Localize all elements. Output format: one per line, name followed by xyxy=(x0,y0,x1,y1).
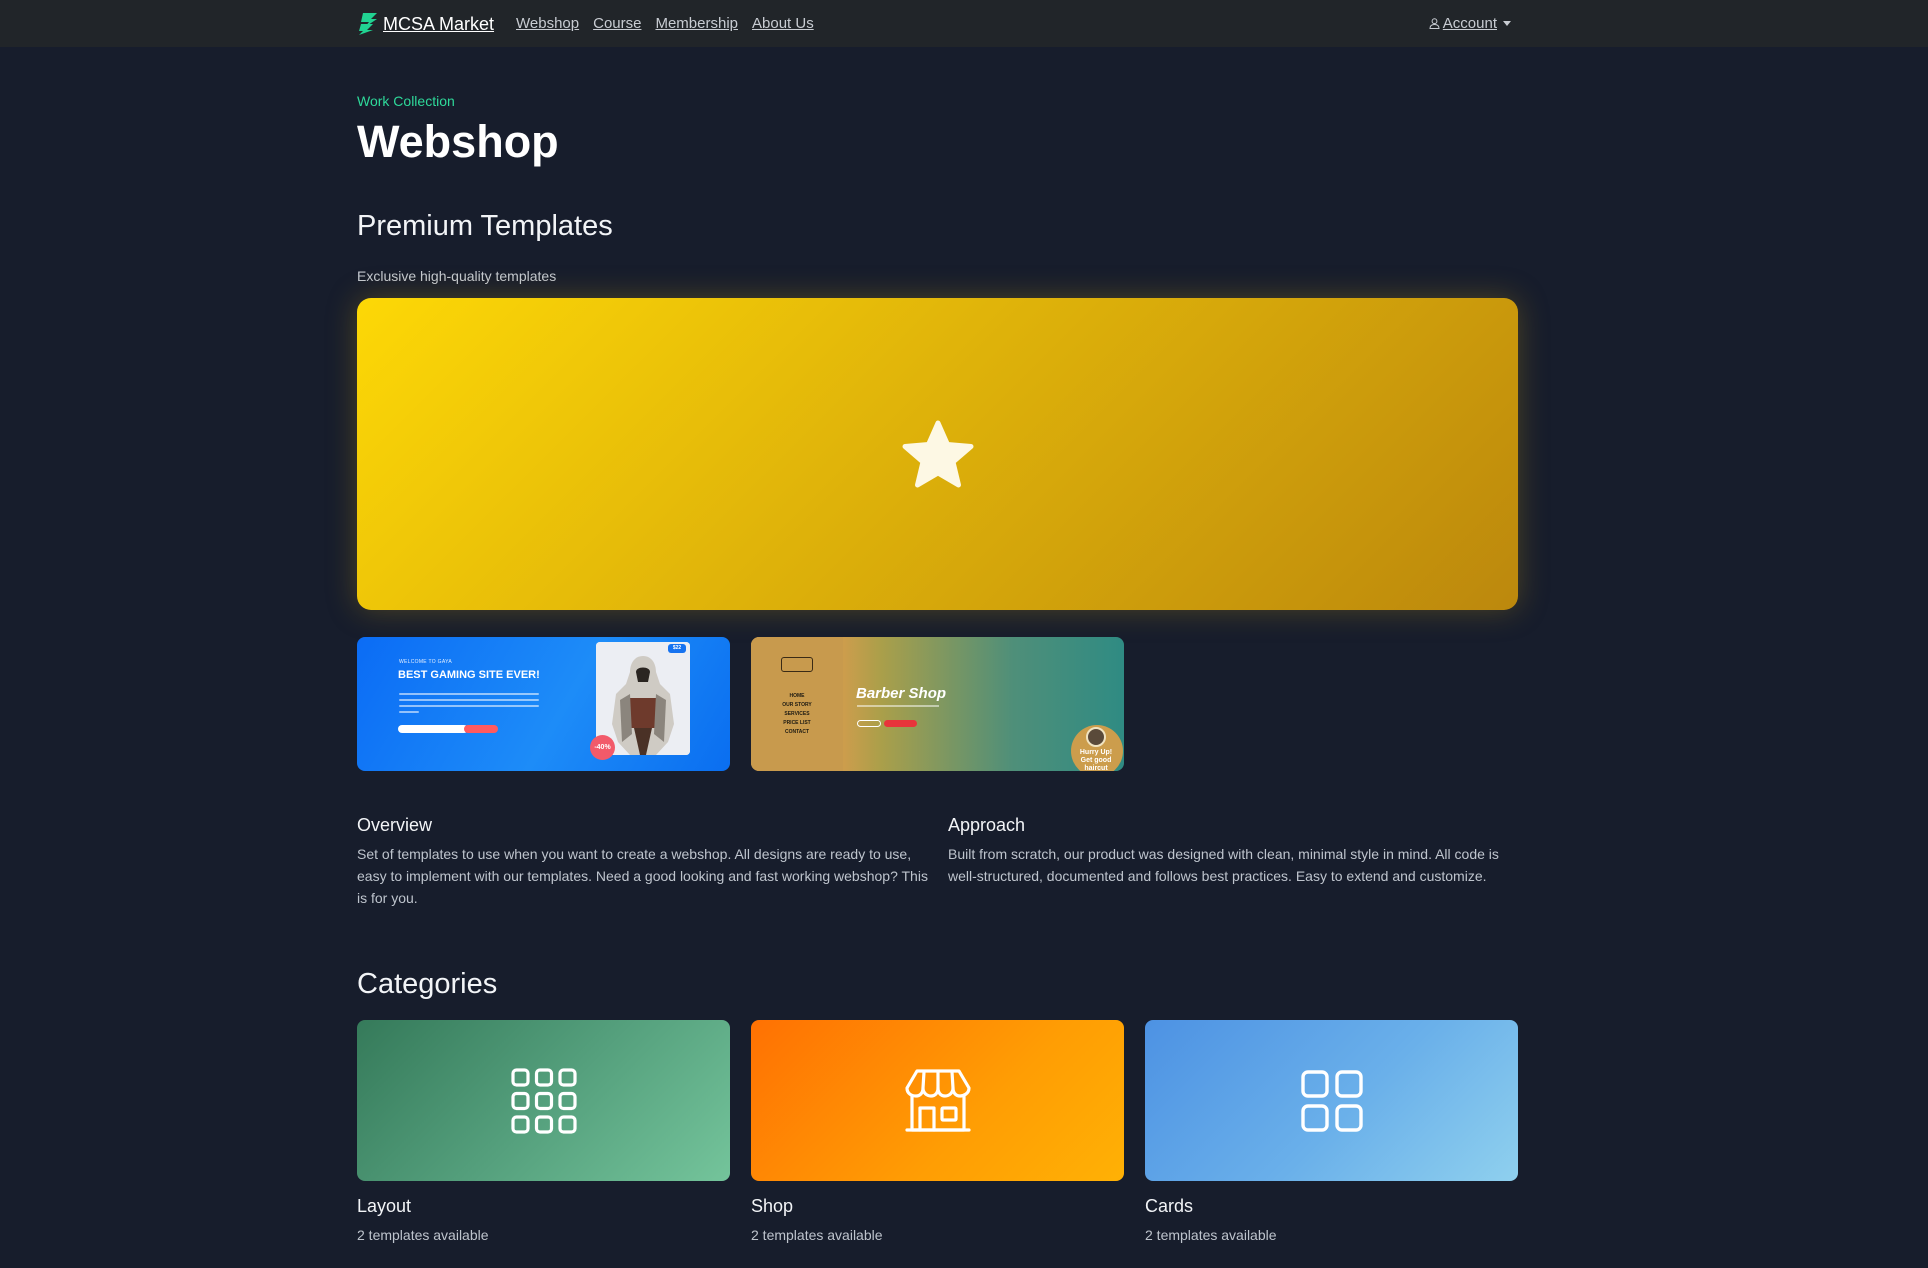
overview-text: Set of templates to use when you want to… xyxy=(357,846,928,906)
barber-cta-button xyxy=(884,720,917,727)
avatar xyxy=(1086,727,1106,747)
approach-text: Built from scratch, our product was desi… xyxy=(948,846,1499,884)
barber-logo xyxy=(781,657,813,672)
approach-title: Approach xyxy=(948,815,1026,835)
category-card-shop[interactable] xyxy=(751,1020,1124,1181)
overview-title: Overview xyxy=(357,815,433,835)
price-tag-badge: $22 xyxy=(668,644,686,653)
brand-name: MCSA Market xyxy=(383,13,495,34)
barber-about-button xyxy=(857,720,881,727)
category-name-cards[interactable]: Cards xyxy=(1145,1196,1193,1217)
gaming-headline: BEST GAMING SITE EVER! xyxy=(398,669,540,681)
premium-section-title: Premium Templates xyxy=(357,210,613,242)
shop-icon xyxy=(904,1068,971,1132)
category-count-cards: 2 templates available xyxy=(1145,1227,1277,1243)
account-dropdown[interactable]: Account xyxy=(1429,15,1511,32)
chevron-down-icon xyxy=(1503,21,1511,26)
barber-menu-item: CONTACT xyxy=(784,729,810,735)
category-name-shop[interactable]: Shop xyxy=(751,1196,793,1217)
barber-menu-item: HOME xyxy=(789,693,805,699)
text-line xyxy=(399,705,539,707)
nav-link-webshop[interactable]: Webshop xyxy=(516,15,579,32)
brand-link[interactable]: MCSA Market xyxy=(357,12,494,36)
page-title: Webshop xyxy=(357,116,559,167)
category-count-shop: 2 templates available xyxy=(751,1227,883,1243)
barber-menu-item: PRICE LIST xyxy=(783,720,811,726)
nav-link-course[interactable]: Course xyxy=(593,15,641,32)
barber-menu-item: OUR STORY xyxy=(782,702,812,708)
nav-link-about-us[interactable]: About Us xyxy=(752,15,814,32)
nav-link-membership[interactable]: Membership xyxy=(655,15,738,32)
category-card-layout[interactable] xyxy=(357,1020,730,1181)
user-icon xyxy=(1429,18,1440,29)
category-count-layout: 2 templates available xyxy=(357,1227,489,1243)
gaming-welcome-text: WELCOME TO GAYA xyxy=(399,659,453,665)
categories-title: Categories xyxy=(357,968,498,1000)
grid-icon xyxy=(510,1067,577,1134)
barber-menu: HOME OUR STORY SERVICES PRICE LIST CONTA… xyxy=(777,692,817,737)
text-line xyxy=(399,693,539,695)
barber-promo-text: Hurry Up! Get good haircut xyxy=(1079,749,1113,771)
gaming-subscribe-button xyxy=(464,725,498,733)
gaming-template-thumbnail[interactable]: WELCOME TO GAYA BEST GAMING SITE EVER! $… xyxy=(357,637,730,771)
text-line xyxy=(399,711,419,713)
eyebrow-label: Work Collection xyxy=(357,93,455,109)
discount-badge: -40% xyxy=(590,735,615,760)
gaming-email-input xyxy=(398,725,468,733)
nav-links: Webshop Course Membership About Us xyxy=(516,15,828,32)
cards-icon xyxy=(1300,1069,1363,1132)
barber-headline: Barber Shop xyxy=(856,685,947,702)
navbar: MCSA Market Webshop Course Membership Ab… xyxy=(0,0,1928,47)
account-label: Account xyxy=(1442,15,1497,32)
category-card-cards[interactable] xyxy=(1145,1020,1518,1181)
lightning-logo-icon xyxy=(359,13,377,35)
premium-section-subtitle: Exclusive high-quality templates xyxy=(357,268,557,284)
category-name-layout[interactable]: Layout xyxy=(357,1196,411,1217)
star-icon xyxy=(902,420,973,488)
text-line xyxy=(857,705,939,707)
text-line xyxy=(399,699,539,701)
premium-hero-card[interactable] xyxy=(357,298,1518,610)
barber-template-thumbnail[interactable]: HOME OUR STORY SERVICES PRICE LIST CONTA… xyxy=(751,637,1124,771)
barber-menu-item: SERVICES xyxy=(784,711,810,717)
